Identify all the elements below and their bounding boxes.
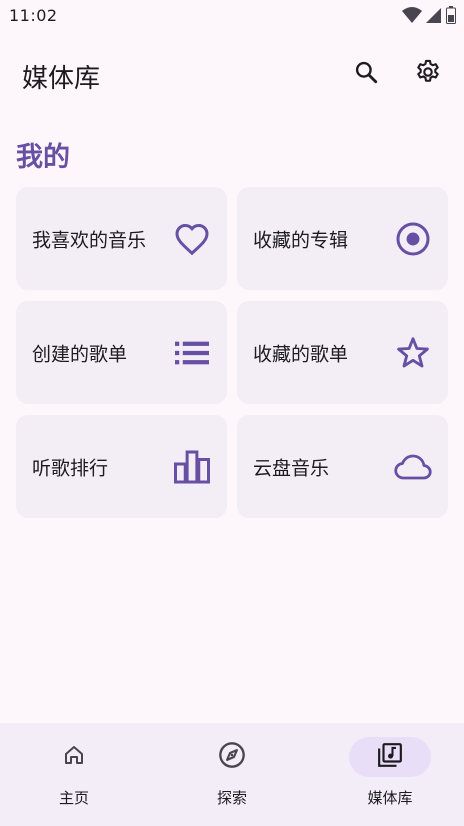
nav-label: 媒体库 [367, 789, 413, 807]
heart-icon [173, 220, 211, 258]
card-label: 创建的歌单 [32, 343, 128, 365]
card-label: 听歌排行 [32, 457, 109, 479]
signal-icon [426, 6, 442, 28]
home-icon [62, 743, 86, 771]
card-created-playlists[interactable]: 创建的歌单 [16, 301, 227, 404]
page-title: 媒体库 [22, 64, 101, 94]
battery-icon [446, 6, 456, 28]
gear-icon [414, 58, 442, 90]
card-label: 收藏的歌单 [253, 343, 349, 365]
bar-chart-icon [173, 448, 211, 486]
library-music-icon [377, 742, 403, 772]
star-icon [394, 334, 432, 372]
wifi-icon [402, 6, 422, 28]
card-label: 收藏的专辑 [253, 229, 349, 251]
card-cloud-music[interactable]: 云盘音乐 [237, 415, 448, 518]
nav-label: 探索 [216, 789, 247, 807]
nav-indicator-active [349, 737, 431, 777]
status-time: 11:02 [9, 6, 58, 25]
library-grid: 我喜欢的音乐 收藏的专辑 创建的歌单 收藏的歌单 听歌排行 云盘音乐 [16, 187, 448, 518]
album-icon [394, 220, 432, 258]
section-title: 我的 [16, 142, 70, 173]
nav-item-home[interactable]: 主页 [0, 723, 151, 826]
settings-button[interactable] [410, 56, 446, 92]
card-liked-music[interactable]: 我喜欢的音乐 [16, 187, 227, 290]
card-saved-playlists[interactable]: 收藏的歌单 [237, 301, 448, 404]
top-app-bar: 媒体库 [0, 48, 464, 100]
nav-label: 主页 [58, 789, 89, 807]
nav-item-library[interactable]: 媒体库 [313, 723, 464, 826]
nav-item-explore[interactable]: 探索 [155, 723, 309, 826]
nav-indicator [33, 737, 115, 777]
list-icon [173, 334, 211, 372]
compass-icon [218, 741, 246, 773]
status-icons [402, 6, 456, 28]
search-button[interactable] [348, 56, 384, 92]
bottom-navigation: 主页 探索 媒体库 [0, 723, 464, 826]
card-label: 云盘音乐 [253, 457, 330, 479]
card-label: 我喜欢的音乐 [32, 229, 147, 251]
cloud-icon [394, 448, 432, 486]
nav-indicator [191, 737, 273, 777]
status-bar: 11:02 [0, 0, 464, 32]
card-listening-rank[interactable]: 听歌排行 [16, 415, 227, 518]
search-icon [353, 59, 379, 89]
card-saved-albums[interactable]: 收藏的专辑 [237, 187, 448, 290]
